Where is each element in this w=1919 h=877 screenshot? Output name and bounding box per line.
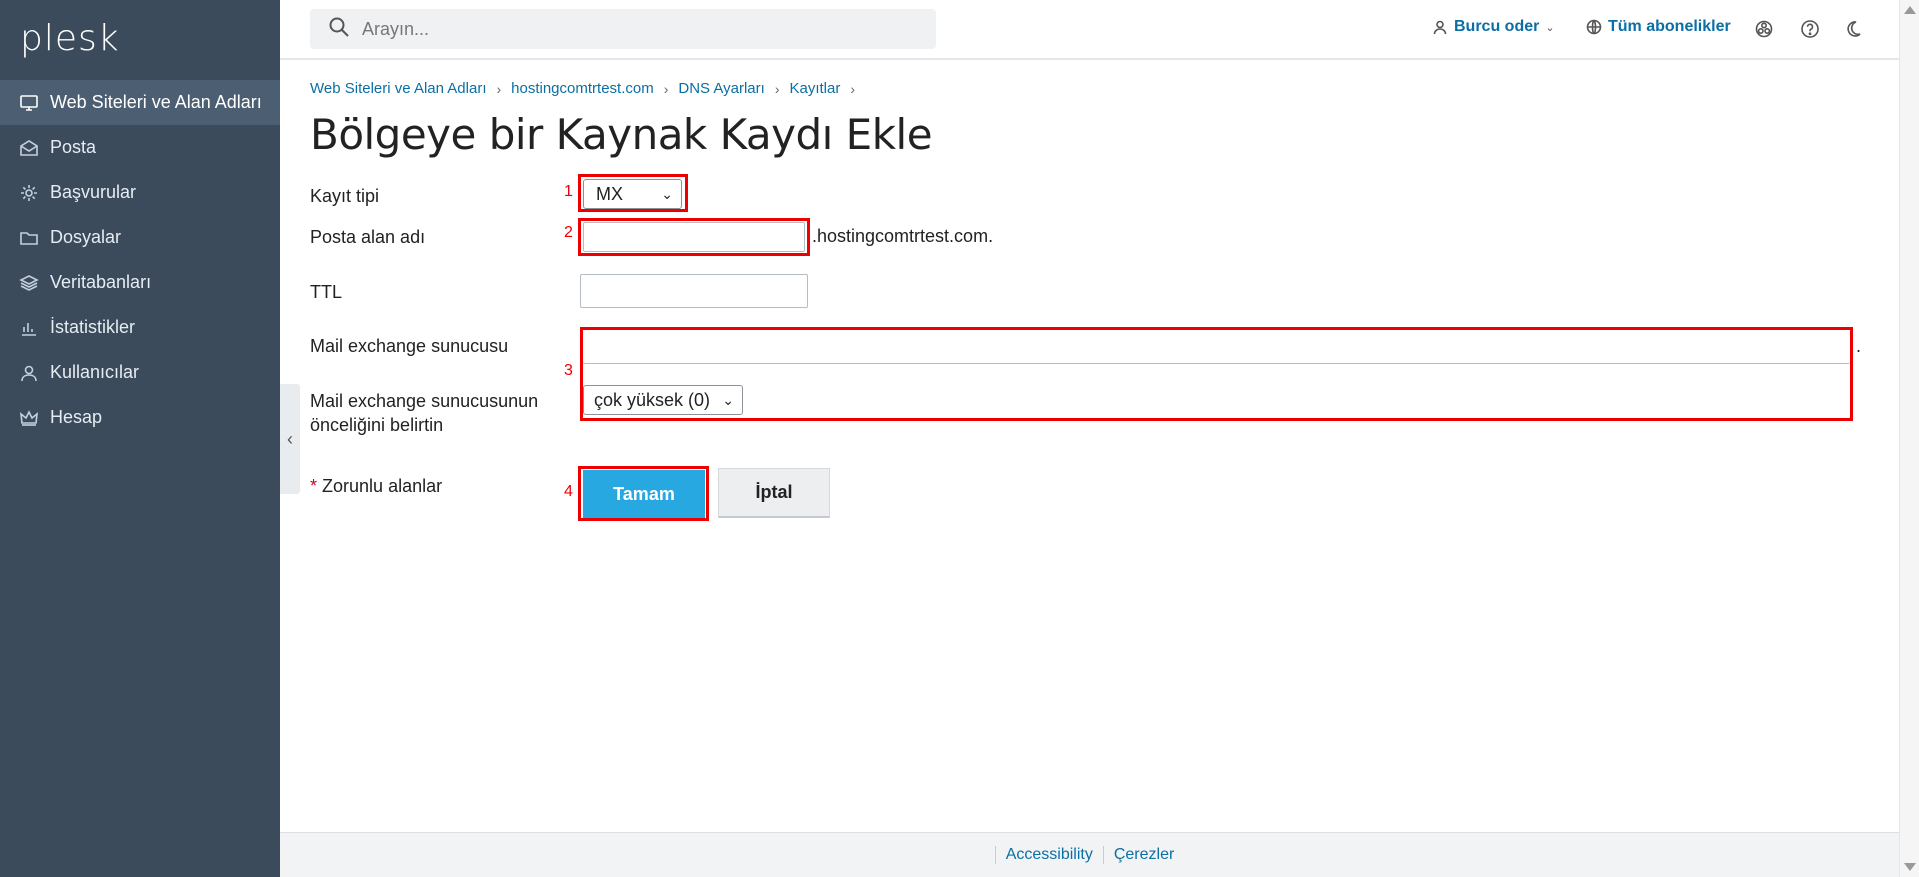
footer: Accessibility Çerezler [280,832,1899,877]
required-star: * [310,476,318,496]
breadcrumb-records[interactable]: Kayıtlar [789,80,840,97]
subscriptions-label: Tüm abonelikler [1608,18,1731,35]
search-icon [328,16,350,43]
scroll-down-arrow[interactable] [1904,863,1916,871]
sidebar-item-label: Web Siteleri ve Alan Adları [50,92,262,112]
user-icon [18,362,40,384]
crown-icon [18,407,40,429]
footer-accessibility-link[interactable]: Accessibility [994,846,1103,864]
sidebar-item-statistics[interactable]: İstatistikler [0,305,280,350]
mail-domain-label: Posta alan adı [310,227,426,247]
top-header: Burcu oder ⌄ Tüm abonelikler [280,0,1899,60]
breadcrumb-websites[interactable]: Web Siteleri ve Alan Adları [310,80,486,97]
chart-icon [18,317,40,339]
chevron-right-icon: › [774,80,780,97]
help-icon[interactable] [1798,17,1822,41]
breadcrumb-dns[interactable]: DNS Ayarları [678,80,764,97]
sidebar-item-files[interactable]: Dosyalar [0,215,280,260]
search-input[interactable] [362,18,922,40]
plesk-logo[interactable]: plesk [20,18,120,59]
sidebar-item-label: Kullanıcılar [50,362,140,382]
sidebar-item-label: İstatistikler [50,317,136,337]
priority-label-line2: önceliğini belirtin [310,415,444,435]
user-menu[interactable]: Burcu oder ⌄ [1432,18,1555,36]
monitor-icon [18,92,40,114]
required-label: Zorunlu alanlar [322,476,443,496]
sidebar-item-label: Dosyalar [50,227,122,247]
record-type-label: Kayıt tipi [310,186,380,206]
breadcrumb-domain[interactable]: hostingcomtrtest.com [511,80,654,97]
chevron-down-icon: ⌄ [661,185,673,202]
sidebar-item-label: Veritabanları [50,272,152,292]
sidebar-item-account[interactable]: Hesap [0,395,280,440]
globe-icon [1586,19,1602,35]
required-fields-note: * Zorunlu alanlar [310,474,442,498]
sidebar-item-applications[interactable]: Başvurular [0,170,280,215]
sidebar: plesk Web Siteleri ve Alan Adları Posta … [0,0,280,877]
extensions-icon[interactable] [1752,17,1776,41]
priority-label-line1: Mail exchange sunucusunun [310,391,539,411]
mail-icon [18,137,40,159]
page-title: Bölgeye bir Kaynak Kaydı Ekle [310,110,933,159]
footer-cookies-link[interactable]: Çerezler [1102,846,1184,864]
sidebar-item-users[interactable]: Kullanıcılar [0,350,280,395]
sidebar-item-mail[interactable]: Posta [0,125,280,170]
user-name: Burcu oder [1454,18,1540,35]
priority-select[interactable]: çok yüksek (0) ⌄ [583,385,743,415]
folder-icon [18,227,40,249]
annotation-marker-4: 4 [564,483,573,500]
scroll-up-arrow[interactable] [1904,6,1916,14]
breadcrumb: Web Siteleri ve Alan Adları › hostingcom… [310,80,865,97]
chevron-right-icon: › [850,80,856,97]
sidebar-collapse-button[interactable]: ‹ [280,384,300,494]
ttl-input[interactable] [580,274,808,308]
sidebar-item-websites[interactable]: Web Siteleri ve Alan Adları [0,80,280,125]
sidebar-item-label: Posta [50,137,97,157]
mail-domain-input[interactable] [583,222,805,252]
ttl-label: TTL [310,282,343,302]
chevron-right-icon: › [496,80,502,97]
domain-suffix: .hostingcomtrtest.com. [812,226,994,246]
user-icon [1432,19,1448,35]
priority-value: çok yüksek (0) [594,389,711,410]
sidebar-item-label: Başvurular [50,182,137,202]
record-type-value: MX [596,183,623,204]
cancel-button[interactable]: İptal [718,468,830,518]
mx-server-label: Mail exchange sunucusu [310,336,509,356]
sidebar-item-label: Hesap [50,407,103,427]
sidebar-nav: Web Siteleri ve Alan Adları Posta Başvur… [0,80,280,440]
sidebar-item-databases[interactable]: Veritabanları [0,260,280,305]
ok-button[interactable]: Tamam [583,470,705,518]
database-icon [18,272,40,294]
annotation-marker-1: 1 [564,183,573,200]
chevron-down-icon: ⌄ [722,391,734,408]
record-type-select[interactable]: MX ⌄ [583,179,682,209]
gear-icon [18,182,40,204]
mx-suffix: . [1856,336,1862,356]
chevron-down-icon: ⌄ [1545,21,1555,34]
priority-label: Mail exchange sunucusunun önceliğini bel… [310,389,538,437]
search-box [310,9,936,49]
page-scrollbar[interactable] [1899,0,1919,877]
annotation-marker-2: 2 [564,224,573,241]
subscriptions-selector[interactable]: Tüm abonelikler [1586,18,1731,36]
mx-server-input[interactable] [583,330,1850,364]
dark-mode-icon[interactable] [1841,17,1865,41]
annotation-marker-3: 3 [564,362,573,379]
chevron-right-icon: › [663,80,669,97]
chevron-left-icon: ‹ [287,428,293,449]
